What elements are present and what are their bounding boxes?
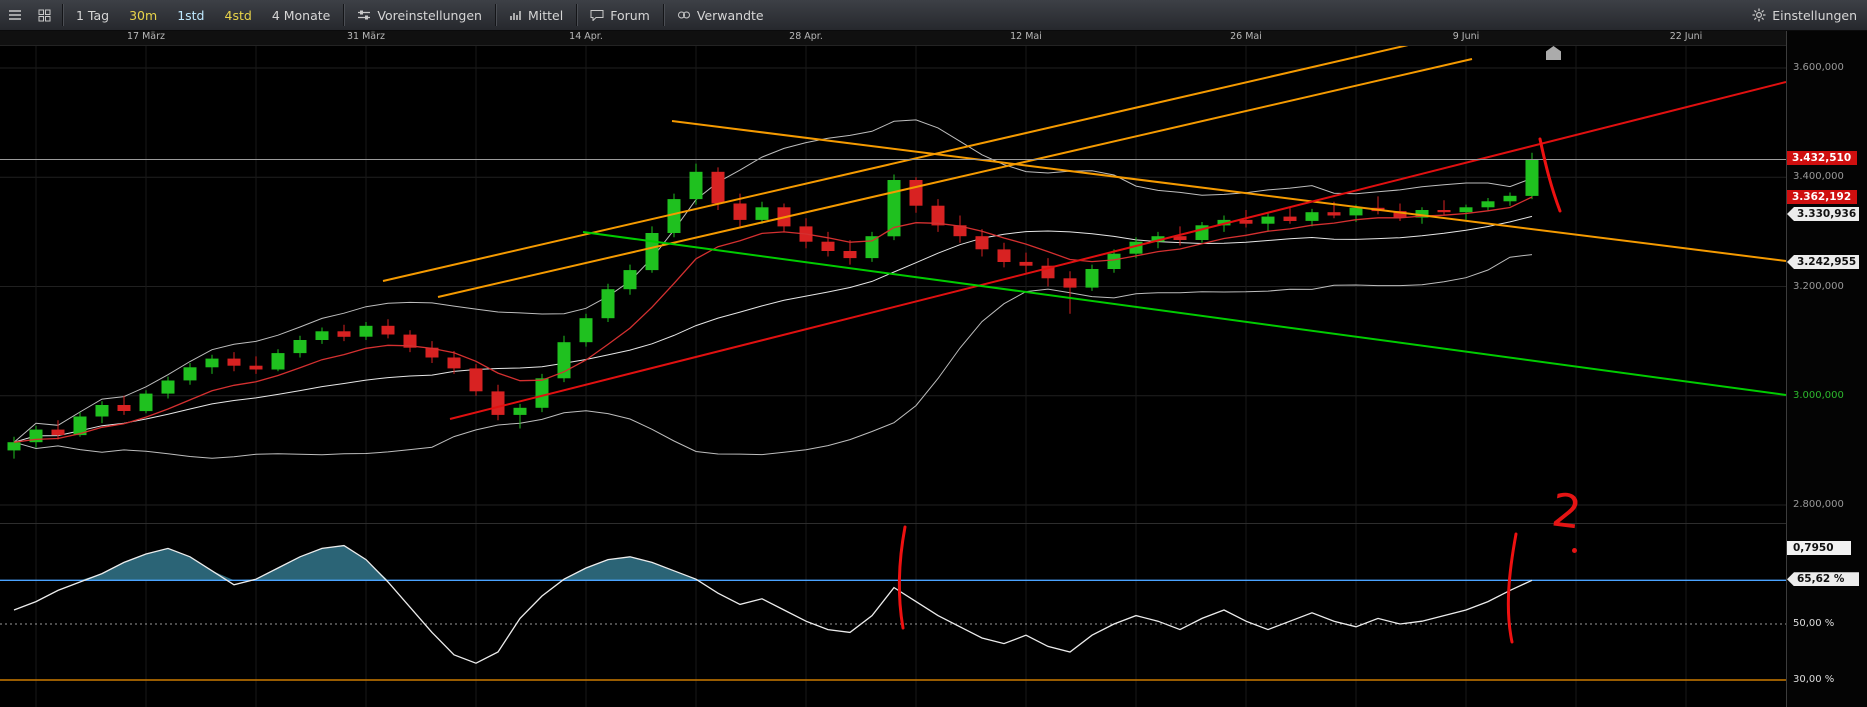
grid-layer (0, 45, 1786, 524)
preset-30m-button[interactable]: 30m (119, 0, 167, 30)
verwandte-label: Verwandte (696, 7, 764, 23)
forum-label: Forum (610, 7, 650, 23)
toolbar-separator (494, 4, 496, 26)
einstellungen-button[interactable]: Einstellungen (1742, 0, 1867, 30)
panel-divider[interactable] (0, 523, 1786, 524)
candles-layer (7, 152, 1539, 459)
mittel-label: Mittel (527, 7, 564, 23)
speech-bubble-icon (590, 10, 604, 21)
orange-ascending-trendline-1[interactable] (382, 45, 1417, 282)
layout-grid-button[interactable] (30, 0, 59, 30)
rsi-low-label: 30,00 % (1793, 674, 1835, 685)
voreinstellungen-label: Voreinstellungen (377, 7, 482, 23)
grid-icon (38, 9, 51, 21)
timeframe-label: 1 Tag (76, 7, 110, 23)
rsi-mid-label: 50,00 % (1793, 618, 1835, 629)
toolbar-separator (62, 4, 63, 26)
date-label: 14 Apr. (569, 31, 603, 42)
trading-app-window: 1 Tag 30m 1std 4std 4 Monate Voreinstell… (0, 0, 1867, 707)
hand-drawn-2-annotation: 2 (1548, 482, 1585, 540)
bar-chart-icon (510, 11, 521, 20)
mittel-button[interactable]: Mittel (499, 0, 573, 30)
main-chart[interactable] (0, 45, 1786, 524)
related-icon (677, 11, 690, 19)
date-label: 26 Mai (1230, 31, 1262, 42)
sliders-icon (358, 10, 371, 20)
price-badge-white: 3.330,936 (1787, 206, 1859, 221)
orange-ascending-trendline-2[interactable] (437, 58, 1473, 298)
price-badge-red: 3.432,510 (1787, 151, 1857, 166)
menu-button[interactable] (0, 0, 30, 30)
rsi-line (13, 544, 1533, 664)
date-label: 22 Juni (1669, 31, 1703, 42)
menu-icon (9, 10, 21, 20)
indicator-value-badge: 0,7950 (1787, 541, 1851, 555)
price-axis-label: 3.200,000 (1793, 280, 1844, 292)
price-axis-label: 3.600,000 (1793, 62, 1844, 73)
price-axis-label: 2.800,000 (1793, 499, 1844, 510)
date-label: 12 Mai (1010, 31, 1042, 42)
green-descending-trendline[interactable] (582, 231, 1786, 396)
fast-ma-line (13, 196, 1533, 443)
gear-icon (1752, 8, 1766, 22)
hand-drawn-dot-annotation (1572, 548, 1577, 553)
verwandte-button[interactable]: Verwandte (667, 0, 774, 30)
date-label: 9 Juni (1452, 31, 1480, 42)
toolbar-separator (576, 4, 578, 26)
price-badge-white: 3.242,955 (1787, 255, 1859, 269)
rsi-overbought-fill (14, 545, 1532, 581)
date-label: 28 Apr. (789, 31, 823, 42)
date-axis[interactable]: 17 März 31 März 14 Apr. 28 Apr. 12 Mai 26 Mai… (0, 30, 1786, 46)
date-label: 31 März (346, 31, 386, 42)
price-axis[interactable]: 3.600,000 3.400,000 3.200,000 3.000,000 2.80… (1786, 30, 1867, 707)
einstellungen-label: Einstellungen (1772, 7, 1857, 23)
upper-band-line (13, 119, 1533, 443)
price-axis-label: 3.400,000 (1793, 171, 1844, 183)
lower-band-line (13, 254, 1533, 459)
rsi-indicator-chart[interactable] (0, 524, 1786, 707)
preset-1std-button[interactable]: 1std (167, 0, 214, 30)
toolbar-separator (343, 4, 345, 26)
voreinstellungen-button[interactable]: Voreinstellungen (347, 0, 492, 30)
toolbar: 1 Tag 30m 1std 4std 4 Monate Voreinstell… (0, 0, 1867, 31)
hand-drawn-stroke (1538, 137, 1562, 213)
range-button[interactable]: 4 Monate (262, 0, 341, 30)
preset-4std-button[interactable]: 4std (215, 0, 262, 30)
timeframe-button[interactable]: 1 Tag (66, 0, 119, 30)
rsi-threshold-badge: 65,62 % (1787, 572, 1859, 587)
forum-button[interactable]: Forum (580, 0, 660, 30)
toolbar-separator (662, 4, 664, 26)
price-badge-red: 3.362,192 (1787, 189, 1857, 204)
hand-drawn-stroke (897, 525, 907, 630)
date-label: 17 März (126, 31, 166, 42)
price-axis-label: 3.000,000 (1793, 389, 1844, 401)
